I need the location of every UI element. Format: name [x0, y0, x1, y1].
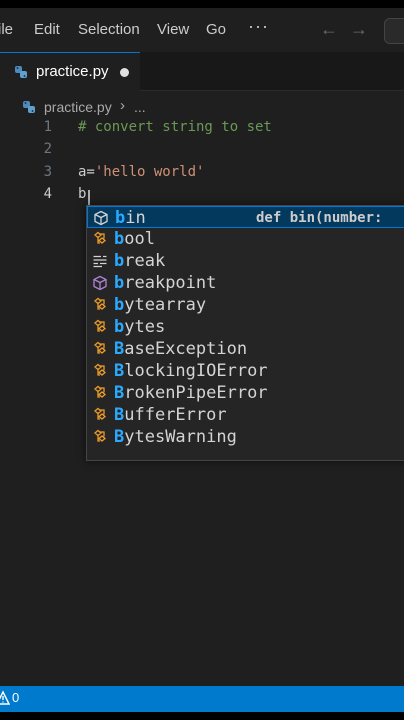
match-highlight: B: [114, 361, 125, 381]
suggestion-item[interactable]: bool: [87, 228, 404, 250]
suggestion-item[interactable]: bin def bin(number:: [87, 206, 404, 228]
line-number: 4: [43, 186, 52, 202]
menu-file[interactable]: ile: [0, 21, 13, 38]
match-highlight: b: [114, 295, 125, 315]
suggestion-item[interactable]: breakpoint: [87, 272, 404, 294]
class-icon: [93, 231, 107, 244]
suggestion-label: ytes: [124, 317, 166, 337]
line-number: 1: [43, 119, 52, 135]
python-file-icon: [23, 101, 35, 113]
function-cube-icon: [94, 210, 108, 226]
back-arrow-icon[interactable]: ←: [320, 19, 338, 40]
code-line-comment[interactable]: # convert string to set: [78, 119, 272, 135]
class-icon: [93, 407, 107, 420]
class-icon: [93, 319, 107, 332]
class-icon: [93, 385, 107, 398]
suggestion-label: ytesWarning: [124, 427, 237, 447]
class-icon: [93, 429, 107, 442]
python-file-icon: [15, 66, 27, 78]
code-variable: a=: [78, 164, 95, 180]
code-line-current[interactable]: b: [78, 186, 86, 202]
menu-edit[interactable]: Edit: [34, 21, 60, 38]
suggestion-label: rokenPipeError: [124, 383, 268, 403]
suggestion-item[interactable]: BaseException: [87, 338, 404, 360]
unsaved-dot-icon[interactable]: [120, 68, 129, 77]
menu-more-icon[interactable]: ···: [248, 16, 269, 37]
suggestion-item[interactable]: BytesWarning: [87, 426, 404, 448]
breadcrumb: practice.py › ...: [0, 96, 404, 118]
vscode-window: ile Edit Selection View Go ··· ← → pract…: [0, 8, 404, 712]
match-highlight: b: [114, 273, 125, 293]
match-highlight: b: [114, 251, 125, 271]
menu-view[interactable]: View: [157, 21, 189, 38]
command-center[interactable]: [384, 18, 404, 44]
suggestion-item[interactable]: bytes: [87, 316, 404, 338]
match-highlight: B: [114, 427, 125, 447]
suggestion-item[interactable]: BrokenPipeError: [87, 382, 404, 404]
suggestion-label: ufferError: [124, 405, 227, 425]
match-highlight: B: [114, 383, 125, 403]
line-number: 2: [43, 141, 52, 157]
suggestion-item[interactable]: BufferError: [87, 404, 404, 426]
code-string: 'hello world': [94, 164, 205, 180]
suggestion-label: ool: [124, 229, 155, 249]
match-highlight: b: [115, 208, 126, 228]
autocomplete-suggestions: bin def bin(number: bool break breakpoin…: [86, 205, 404, 461]
menu-bar: ile Edit Selection View Go ··· ← →: [0, 8, 404, 53]
match-highlight: B: [114, 405, 125, 425]
function-cube-icon: [93, 275, 107, 291]
warning-icon[interactable]: [0, 690, 10, 706]
match-highlight: b: [114, 317, 125, 337]
suggestion-detail: def bin(number:: [256, 210, 383, 226]
suggestion-label: ytearray: [124, 295, 207, 315]
breadcrumb-more[interactable]: ...: [134, 99, 146, 115]
menu-selection[interactable]: Selection: [78, 21, 140, 38]
suggestion-label: in: [125, 208, 146, 228]
tab-label: practice.py: [36, 63, 109, 80]
code-line-assignment[interactable]: a='hello world': [78, 164, 204, 180]
chevron-right-icon: ›: [120, 97, 125, 114]
class-icon: [93, 297, 107, 310]
match-highlight: b: [114, 229, 125, 249]
suggestion-item[interactable]: break: [87, 250, 404, 272]
suggestion-item[interactable]: bytearray: [87, 294, 404, 316]
suggestion-label: reak: [124, 251, 166, 271]
match-highlight: B: [114, 339, 125, 359]
suggestion-label: reakpoint: [124, 273, 217, 293]
forward-arrow-icon[interactable]: →: [350, 19, 368, 40]
class-icon: [93, 363, 107, 376]
suggestion-label: lockingIOError: [124, 361, 268, 381]
menu-go[interactable]: Go: [206, 21, 226, 38]
line-number: 3: [43, 164, 52, 180]
warning-count[interactable]: 0: [12, 690, 19, 705]
tab-practice-py[interactable]: practice.py: [0, 52, 140, 91]
suggestion-item[interactable]: BlockingIOError: [87, 360, 404, 382]
tab-bar: practice.py: [0, 52, 404, 91]
breadcrumb-file[interactable]: practice.py: [44, 99, 112, 115]
suggestion-label: aseException: [124, 339, 248, 359]
class-icon: [93, 341, 107, 354]
keyword-icon: [93, 255, 107, 268]
status-bar: 0: [0, 686, 404, 712]
